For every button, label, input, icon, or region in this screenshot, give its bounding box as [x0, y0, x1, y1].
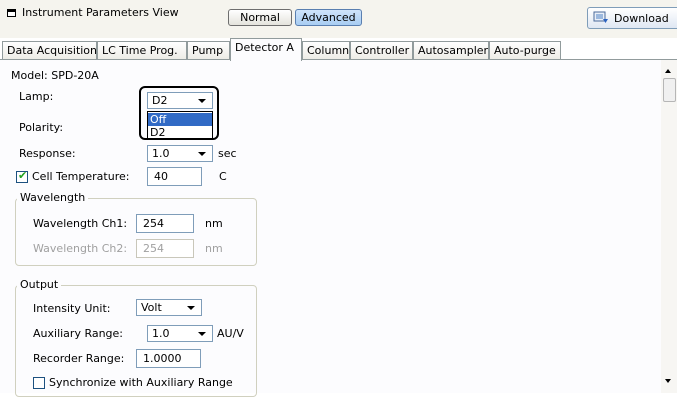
cell-temperature-input[interactable]: 40	[147, 167, 202, 186]
intensity-unit-value: Volt	[141, 301, 162, 314]
tab-column[interactable]: Column	[302, 41, 350, 60]
tab-bar: Data Acquisition LC Time Prog. Pump Dete…	[0, 38, 677, 61]
response-unit: sec	[218, 147, 237, 160]
cell-temperature-checkbox[interactable]: ✔	[16, 169, 28, 183]
tab-data-acquisition[interactable]: Data Acquisition	[2, 41, 97, 60]
download-label: Download	[614, 12, 669, 25]
synchronize-label: Synchronize with Auxiliary Range	[49, 376, 233, 389]
tab-autosampler[interactable]: Autosampler	[413, 41, 489, 60]
lamp-option-off[interactable]: Off	[148, 113, 212, 126]
scrollbar-thumb[interactable]	[663, 78, 676, 102]
lamp-label: Lamp:	[19, 90, 54, 103]
wavelength-ch1-unit: nm	[205, 217, 223, 230]
wavelength-ch2-label: Wavelength Ch2:	[33, 242, 128, 255]
model-label: Model: SPD-20A	[11, 69, 99, 82]
response-select-value: 1.0	[152, 147, 170, 160]
tab-auto-purge[interactable]: Auto-purge	[489, 41, 561, 60]
recorder-range-value: 1.0000	[143, 352, 182, 365]
lamp-option-d2[interactable]: D2	[148, 126, 212, 139]
normal-mode-button[interactable]: Normal	[228, 9, 292, 26]
tab-pump[interactable]: Pump	[187, 41, 230, 60]
toolbar: Instrument Parameters View Normal Advanc…	[0, 0, 677, 38]
chevron-down-icon[interactable]	[187, 306, 195, 310]
auxiliary-range-value: 1.0	[152, 327, 170, 340]
download-icon	[593, 11, 608, 23]
auxiliary-range-label: Auxiliary Range:	[33, 327, 124, 340]
wavelength-ch2-input: 254	[136, 239, 194, 258]
intensity-unit-select[interactable]: Volt	[136, 299, 202, 316]
checkmark-icon: ✔	[18, 169, 28, 182]
tab-lc-time-prog[interactable]: LC Time Prog.	[97, 41, 187, 60]
chevron-down-icon[interactable]	[198, 99, 206, 103]
tab-detector-a[interactable]: Detector A	[230, 38, 302, 61]
wavelength-ch1-input[interactable]: 254	[136, 214, 194, 233]
recorder-range-input[interactable]: 1.0000	[136, 349, 201, 368]
vertical-scrollbar[interactable]	[661, 60, 677, 393]
lamp-dropdown-list: Off D2	[147, 111, 213, 139]
wavelength-ch2-unit: nm	[205, 242, 223, 255]
wavelength-ch1-label: Wavelength Ch1:	[33, 217, 128, 230]
auxiliary-range-unit: AU/V	[217, 327, 244, 340]
polarity-label: Polarity:	[19, 121, 64, 134]
wavelength-group-title: Wavelength	[17, 191, 89, 204]
lamp-select[interactable]: D2	[147, 92, 213, 109]
recorder-range-label: Recorder Range:	[33, 352, 125, 365]
tab-controller[interactable]: Controller	[350, 41, 413, 60]
chevron-down-icon[interactable]	[198, 152, 206, 156]
response-label: Response:	[19, 147, 76, 160]
response-select[interactable]: 1.0	[147, 145, 213, 162]
synchronize-checkbox[interactable]	[33, 377, 45, 389]
cell-temperature-value: 40	[154, 170, 168, 183]
download-button[interactable]: Download	[587, 7, 677, 29]
view-title: Instrument Parameters View	[22, 6, 179, 19]
cell-temperature-label: Cell Temperature:	[32, 170, 130, 183]
scroll-up-icon[interactable]	[665, 69, 671, 73]
lamp-select-value: D2	[152, 94, 168, 107]
intensity-unit-label: Intensity Unit:	[33, 302, 111, 315]
scroll-down-icon[interactable]	[665, 379, 671, 383]
wavelength-ch2-value: 254	[143, 242, 164, 255]
output-group-title: Output	[17, 278, 62, 291]
cell-temperature-unit: C	[219, 170, 227, 183]
advanced-mode-button[interactable]: Advanced	[295, 9, 362, 26]
chevron-down-icon[interactable]	[198, 332, 206, 336]
auxiliary-range-select[interactable]: 1.0	[147, 325, 213, 342]
wavelength-ch1-value: 254	[143, 217, 164, 230]
window-icon	[7, 9, 16, 17]
